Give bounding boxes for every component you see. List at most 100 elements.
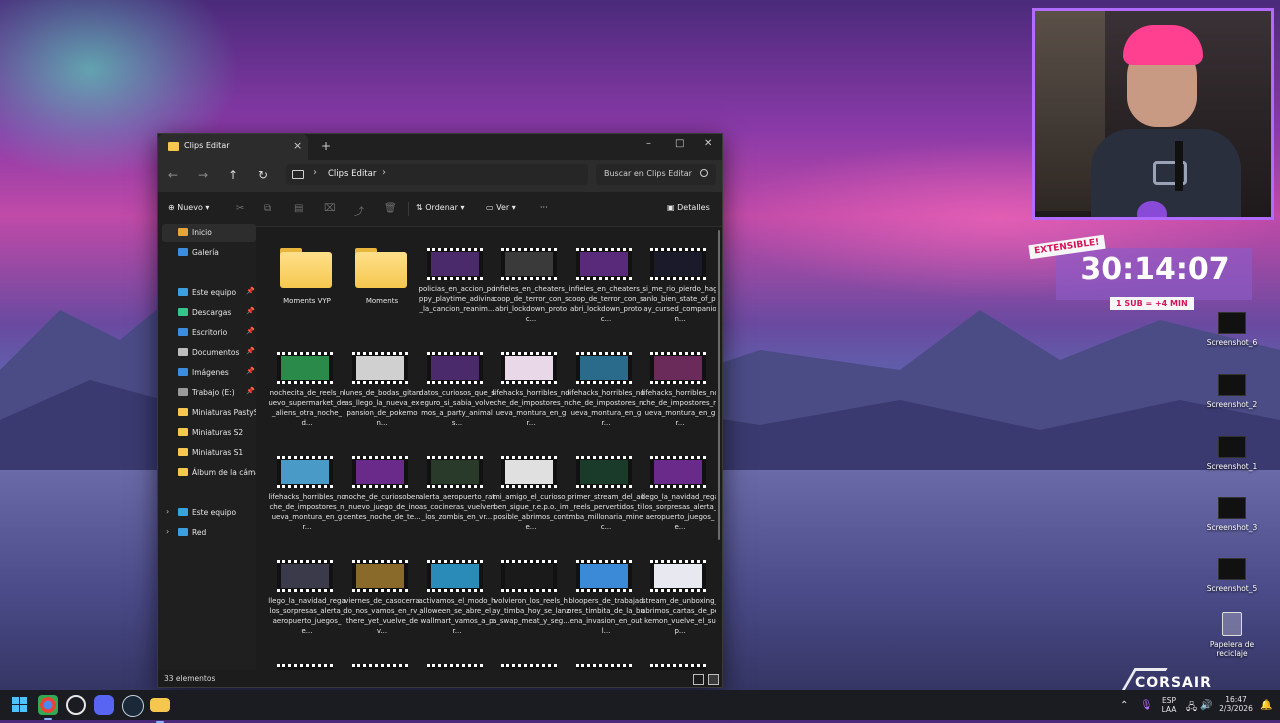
share-icon[interactable]: ⤴	[354, 203, 364, 218]
discord-icon[interactable]	[94, 695, 114, 715]
desktop-file-icon[interactable]: Screenshot_3	[1202, 497, 1262, 532]
file-explorer-taskbar-icon[interactable]	[150, 698, 170, 723]
back-button[interactable]: ←	[168, 168, 178, 182]
notifications-icon[interactable]: 🔔	[1260, 700, 1272, 711]
sidebar-item[interactable]: Álbum de la cámar	[162, 464, 256, 482]
desktop-file-icon[interactable]: Screenshot_5	[1202, 558, 1262, 593]
breadcrumb-current[interactable]: Clips Editar	[328, 169, 376, 179]
new-label: Nuevo	[177, 203, 203, 212]
forward-button[interactable]: →	[198, 168, 208, 182]
chevron-right-icon[interactable]: ›	[166, 527, 169, 536]
rename-icon[interactable]: ⌧	[324, 203, 336, 214]
details-button[interactable]: ▣ Detalles	[667, 203, 710, 212]
video-file-item[interactable]: llego_la_navidad_regalos_sorpresas_alert…	[641, 454, 716, 550]
desktop-file-icon[interactable]: Screenshot_6	[1202, 312, 1262, 347]
refresh-button[interactable]: ↻	[258, 168, 268, 182]
sidebar-item-label: Miniaturas PastyStre	[192, 408, 256, 417]
sidebar-item[interactable]: Documentos 📌	[162, 344, 256, 362]
minimize-button[interactable]: –	[646, 138, 651, 149]
desktop-file-icon[interactable]: Screenshot_1	[1202, 436, 1262, 471]
breadcrumb[interactable]: › Clips Editar ›	[286, 164, 588, 185]
video-file-item[interactable]: policias_en_accion_poppy_playtime_adivin…	[418, 246, 495, 342]
desktop-file-icon[interactable]: Screenshot_2	[1202, 374, 1262, 409]
video-file-item[interactable]: viernes_de_casocerrado_nos_vamos_en_rv_t…	[343, 558, 421, 654]
copy-icon[interactable]: ⧉	[264, 203, 271, 214]
search-input[interactable]: Buscar en Clips Editar	[596, 164, 716, 185]
close-window-button[interactable]: ✕	[704, 138, 712, 149]
title-bar[interactable]: Clips Editar × + – □ ✕	[158, 134, 722, 160]
sidebar-item[interactable]: Este equipo 📌	[162, 284, 256, 302]
folder-item[interactable]: Moments	[343, 246, 413, 342]
volume-icon[interactable]: 🔊	[1200, 700, 1212, 711]
network-icon[interactable]: 🖧	[1186, 700, 1197, 717]
clock-date: 2/3/2026	[1219, 704, 1253, 713]
video-file-item[interactable]: activamos_el_modo_halloween_se_abre_el_w…	[418, 558, 496, 654]
video-file-item[interactable]: lifehacks_horribles_noche_de_impostores_…	[268, 454, 346, 550]
new-button[interactable]: ⊕ Nuevo ▾	[168, 203, 209, 212]
chevron-right-icon[interactable]: ›	[166, 507, 169, 516]
video-file-item[interactable]: lifehacks_horribles_noche_de_impostores_…	[492, 350, 570, 446]
chrome-icon[interactable]	[38, 695, 58, 720]
language-indicator[interactable]: ESP LAA	[1160, 696, 1178, 714]
video-file-item[interactable]: llego_la_navidad_regalos_sorpresas_alert…	[268, 558, 346, 654]
view-button[interactable]: ▭ Ver ▾	[486, 203, 516, 212]
chevron-right-icon[interactable]: ›	[382, 167, 386, 178]
microphone-tray-icon[interactable]: 🎙	[1140, 700, 1153, 711]
folder-item[interactable]: Moments VYP	[268, 246, 338, 342]
image-file-icon	[1218, 497, 1246, 519]
scrollbar[interactable]	[718, 230, 720, 540]
delete-icon[interactable]: 🗑	[384, 203, 397, 214]
sidebar-item[interactable]: Descargas 📌	[162, 304, 256, 322]
video-file-item[interactable]: lunes_de_bodas_gitanas_llego_la_nueva_ex…	[343, 350, 421, 446]
chevron-up-icon[interactable]: ⌃	[1120, 700, 1128, 711]
sidebar-item[interactable]: Imágenes 📌	[162, 364, 256, 382]
steam-icon[interactable]	[122, 695, 144, 717]
video-file-item[interactable]: alerta_aeropuerto_ratas_cocineras_vuelve…	[418, 454, 495, 550]
video-file-item[interactable]: stream_de_unboxing_abrimos_cartas_de_pok…	[641, 558, 716, 654]
chevron-right-icon[interactable]: ›	[313, 167, 317, 178]
pin-icon: 📌	[246, 287, 255, 295]
sidebar-item[interactable]: Miniaturas PastyStre	[162, 404, 256, 422]
details-view-icon[interactable]	[693, 674, 704, 685]
status-bar: 33 elementos	[158, 670, 722, 687]
sidebar-item[interactable]: Escritorio 📌	[162, 324, 256, 342]
sidebar-item[interactable]: Miniaturas S1	[162, 444, 256, 462]
sidebar-item[interactable]: Trabajo (E:) 📌	[162, 384, 256, 402]
new-tab-button[interactable]: +	[321, 139, 331, 153]
video-file-item[interactable]: infieles_en_cheaters_coop_de_terror_con_…	[492, 246, 569, 342]
video-file-item[interactable]: bloopers_de_trabajadores_timbita_de_la_b…	[567, 558, 645, 654]
more-options-button[interactable]: ···	[540, 203, 548, 212]
desktop-icon-label: Screenshot_1	[1206, 462, 1258, 471]
video-file-item[interactable]: volvieron_los_reels_hay_timba_hoy_se_lan…	[492, 558, 570, 654]
video-file-item[interactable]: nochecita_de_reels_nuevo_supermarket_de_…	[268, 350, 346, 446]
video-file-item[interactable]: infieles_en_cheaters_coop_de_terror_con_…	[567, 246, 644, 342]
video-thumbnail	[501, 560, 557, 592]
sidebar-item[interactable]: › Red	[162, 524, 256, 542]
windows-start-icon[interactable]	[12, 697, 28, 713]
folder-icon	[178, 428, 188, 436]
maximize-button[interactable]: □	[675, 138, 684, 149]
video-thumbnail	[427, 456, 483, 488]
tab-clips-editar[interactable]: Clips Editar ×	[158, 134, 308, 160]
up-button[interactable]: ↑	[228, 168, 238, 182]
video-file-item[interactable]: lifehacks_horribles_noche_de_impostores_…	[567, 350, 645, 446]
recycle-bin-icon[interactable]: Papelera de reciclaje	[1202, 612, 1262, 658]
video-file-item[interactable]: noche_de_curiosoben_nuevo_juego_de_inoce…	[343, 454, 421, 550]
sidebar-item[interactable]: › Este equipo	[162, 504, 256, 522]
video-file-item[interactable]: lifehacks_horribles_noche_de_impostores_…	[641, 350, 716, 446]
openai-icon[interactable]	[66, 695, 86, 715]
clock[interactable]: 16:47 2/3/2026	[1216, 695, 1256, 713]
large-icons-view-icon[interactable]	[708, 674, 719, 685]
sort-button[interactable]: ⇅ Ordenar ▾	[416, 203, 465, 212]
paste-icon[interactable]: ▤	[294, 203, 303, 214]
sidebar-item[interactable]: Inicio	[162, 224, 256, 242]
video-file-item[interactable]: datos_curiosos_que_seguro_si_sabia_volve…	[418, 350, 495, 446]
sidebar-item-label: Este equipo	[192, 508, 237, 517]
video-file-item[interactable]: primer_stream_del_ao_reels_pervertidos_t…	[567, 454, 645, 550]
sidebar-item[interactable]: Miniaturas S2	[162, 424, 256, 442]
video-file-item[interactable]: mi_amigo_el_curioso_ben_sigue_r.e.p.o._i…	[492, 454, 569, 550]
sidebar-item[interactable]: Galería	[162, 244, 256, 262]
video-file-item[interactable]: si_me_rio_pierdo_haganlo_bien_state_of_p…	[641, 246, 716, 342]
cut-icon[interactable]: ✂	[236, 203, 244, 214]
close-tab-icon[interactable]: ×	[293, 139, 302, 152]
